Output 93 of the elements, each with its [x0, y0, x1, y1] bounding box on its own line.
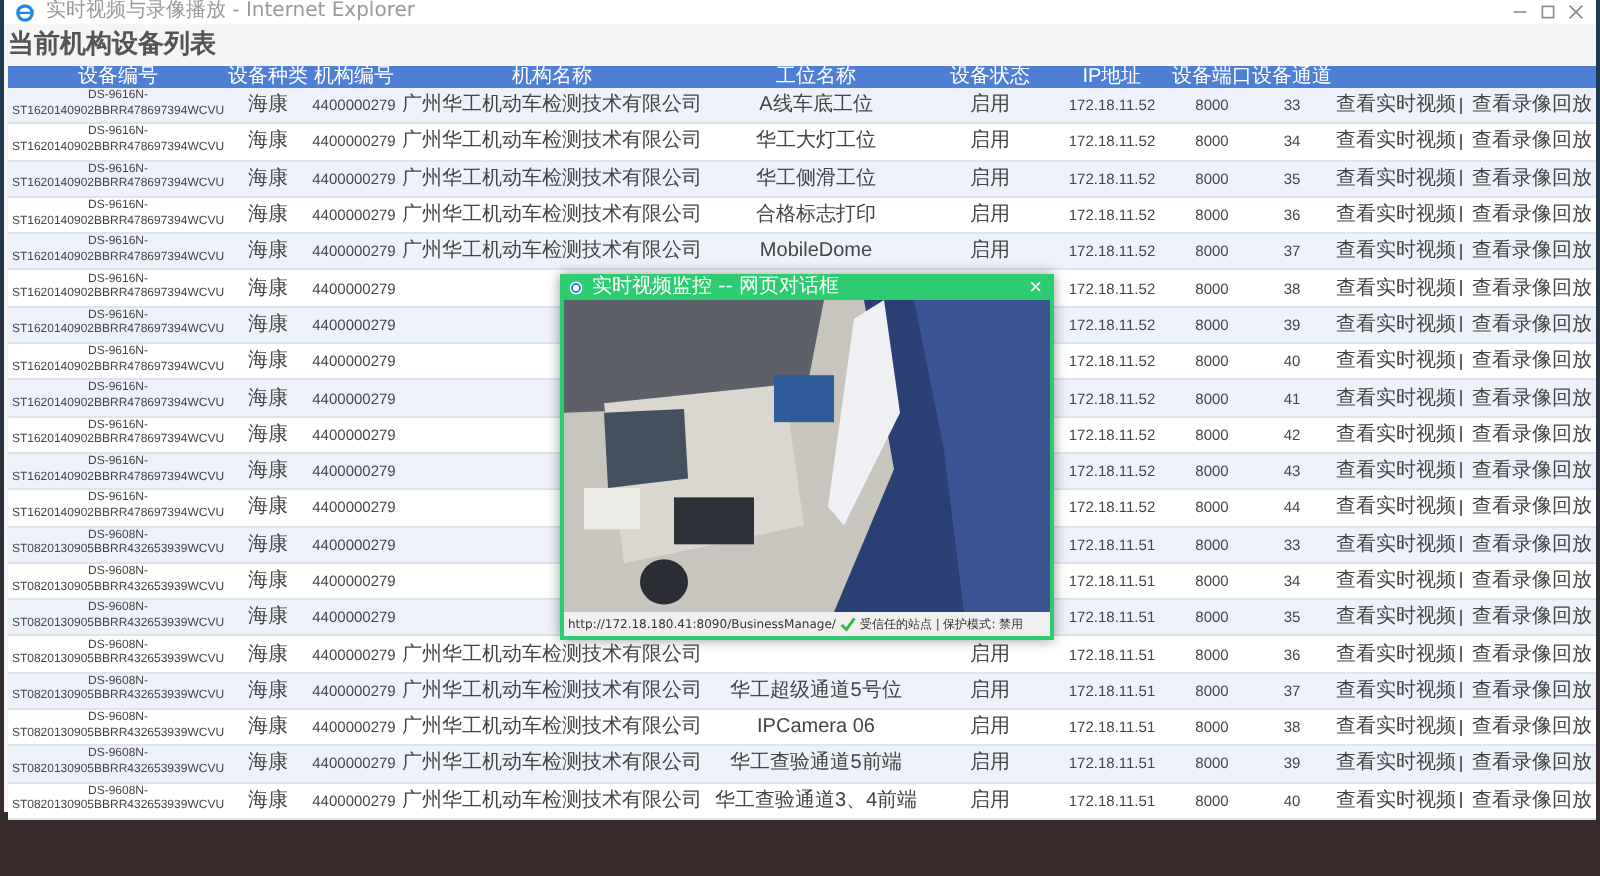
- table-cell: 华工大灯工位: [704, 123, 928, 161]
- table-cell: 启用: [928, 672, 1052, 710]
- table-cell: 启用: [928, 123, 1052, 161]
- column-header: 机构名称: [400, 66, 704, 88]
- action-link[interactable]: 查看实时视频: [1336, 313, 1457, 336]
- table-cell: 海康: [228, 269, 308, 307]
- column-header: 设备通道: [1252, 66, 1332, 88]
- table-cell: 广州华工机动车检测技术有限公司: [400, 160, 704, 197]
- action-link[interactable]: 查看录像回放: [1471, 606, 1592, 629]
- table-cell: 海康: [228, 160, 308, 197]
- action-link[interactable]: 查看录像回放: [1471, 643, 1592, 666]
- action-link[interactable]: 查看录像回放: [1471, 350, 1592, 373]
- column-header: 工位名称: [704, 66, 928, 88]
- action-link[interactable]: 查看录像回放: [1471, 789, 1592, 812]
- table-cell: 海康: [228, 123, 308, 161]
- maximize-icon[interactable]: [1540, 4, 1556, 20]
- table-cell: 广州华工机动车检测技术有限公司: [400, 123, 704, 161]
- action-link[interactable]: 查看实时视频: [1336, 752, 1457, 775]
- action-link[interactable]: 查看录像回放: [1471, 94, 1592, 117]
- action-link[interactable]: 查看实时视频: [1336, 460, 1457, 483]
- action-link[interactable]: 查看录像回放: [1471, 460, 1592, 483]
- action-link[interactable]: 查看实时视频: [1336, 387, 1457, 410]
- table-cell: 海康: [228, 782, 308, 819]
- action-link[interactable]: 查看录像回放: [1471, 496, 1592, 519]
- table-cell: 海康: [228, 526, 308, 563]
- table-cell: A线车底工位: [704, 88, 928, 124]
- action-link[interactable]: 查看录像回放: [1471, 387, 1592, 410]
- table-cell: 海康: [228, 672, 308, 710]
- table-cell: 广州华工机动车检测技术有限公司: [400, 782, 704, 819]
- table-cell: 启用: [928, 782, 1052, 819]
- action-link[interactable]: 查看实时视频: [1336, 277, 1457, 300]
- table-cell: 广州华工机动车检测技术有限公司: [400, 233, 704, 270]
- table-cell: 启用: [928, 233, 1052, 270]
- table-cell: 启用: [928, 160, 1052, 197]
- table-cell: 海康: [228, 452, 308, 490]
- browser-icon: [16, 3, 34, 21]
- table-cell: 海康: [228, 489, 308, 527]
- close-icon[interactable]: [1568, 4, 1584, 20]
- table-cell: 海康: [228, 233, 308, 270]
- action-link[interactable]: 查看录像回放: [1471, 130, 1592, 153]
- action-link[interactable]: 查看录像回放: [1471, 752, 1592, 775]
- column-header: 设备编号: [8, 66, 228, 88]
- browser-icon: [568, 279, 584, 295]
- action-link[interactable]: 查看实时视频: [1336, 350, 1457, 373]
- action-link[interactable]: 查看录像回放: [1471, 167, 1592, 190]
- column-header: 设备状态: [928, 66, 1052, 88]
- action-link[interactable]: 查看录像回放: [1471, 423, 1592, 446]
- column-header: IP地址: [1052, 66, 1172, 88]
- column-header: 设备种类: [228, 66, 308, 88]
- table-cell: 启用: [928, 88, 1052, 124]
- table-cell: 海康: [228, 635, 308, 673]
- action-link[interactable]: 查看实时视频: [1336, 570, 1457, 592]
- check-icon: [839, 616, 856, 632]
- action-link[interactable]: 查看实时视频: [1336, 643, 1457, 666]
- table-cell: 海康: [228, 306, 308, 344]
- table-cell: 华工查验通道3、4前端: [704, 782, 928, 819]
- table-cell: 华工超级通道5号位: [704, 672, 928, 710]
- action-link[interactable]: 查看实时视频: [1336, 679, 1457, 702]
- table-cell: 启用: [928, 745, 1052, 783]
- table-cell: 海康: [228, 416, 308, 453]
- table-cell: 海康: [228, 88, 308, 124]
- action-link[interactable]: 查看录像回放: [1471, 716, 1592, 739]
- action-link[interactable]: 查看录像回放: [1471, 313, 1592, 336]
- table-cell: 广州华工机动车检测技术有限公司: [400, 672, 704, 710]
- action-link[interactable]: 查看实时视频: [1336, 240, 1457, 263]
- action-link[interactable]: 查看实时视频: [1336, 716, 1457, 739]
- action-link[interactable]: 查看录像回放: [1471, 570, 1592, 592]
- action-link[interactable]: 查看实时视频: [1336, 606, 1457, 629]
- table-cell: 广州华工机动车检测技术有限公司: [400, 745, 704, 783]
- dialog-title: 实时视频监控 -- 网页对话框: [592, 275, 840, 299]
- action-link[interactable]: 查看实时视频: [1336, 204, 1457, 227]
- action-link[interactable]: 查看实时视频: [1336, 94, 1457, 117]
- table-cell: 海康: [228, 599, 308, 636]
- table-cell: 广州华工机动车检测技术有限公司: [400, 88, 704, 124]
- action-link[interactable]: 查看实时视频: [1336, 789, 1457, 812]
- action-link[interactable]: 查看录像回放: [1471, 679, 1592, 702]
- action-link[interactable]: 查看实时视频: [1336, 496, 1457, 519]
- table-cell: 华工侧滑工位: [704, 160, 928, 197]
- table-cell: 海康: [228, 379, 308, 417]
- column-header: 机构编号: [308, 66, 400, 88]
- action-link[interactable]: 查看实时视频: [1336, 130, 1457, 153]
- action-link[interactable]: 查看录像回放: [1471, 277, 1592, 300]
- action-link[interactable]: 查看实时视频: [1336, 423, 1457, 446]
- action-link[interactable]: 查看录像回放: [1471, 240, 1592, 263]
- table-cell: 海康: [228, 745, 308, 783]
- action-link[interactable]: 查看实时视频: [1336, 167, 1457, 190]
- table-cell: 华工查验通道5前端: [704, 745, 928, 783]
- table-cell: MobileDome: [704, 233, 928, 270]
- page-title: 当前机构设备列表: [8, 28, 218, 64]
- action-link[interactable]: 查看录像回放: [1471, 204, 1592, 227]
- action-link[interactable]: 查看录像回放: [1471, 533, 1592, 556]
- column-header: 设备端口: [1172, 66, 1252, 88]
- action-link[interactable]: 查看实时视频: [1336, 533, 1457, 556]
